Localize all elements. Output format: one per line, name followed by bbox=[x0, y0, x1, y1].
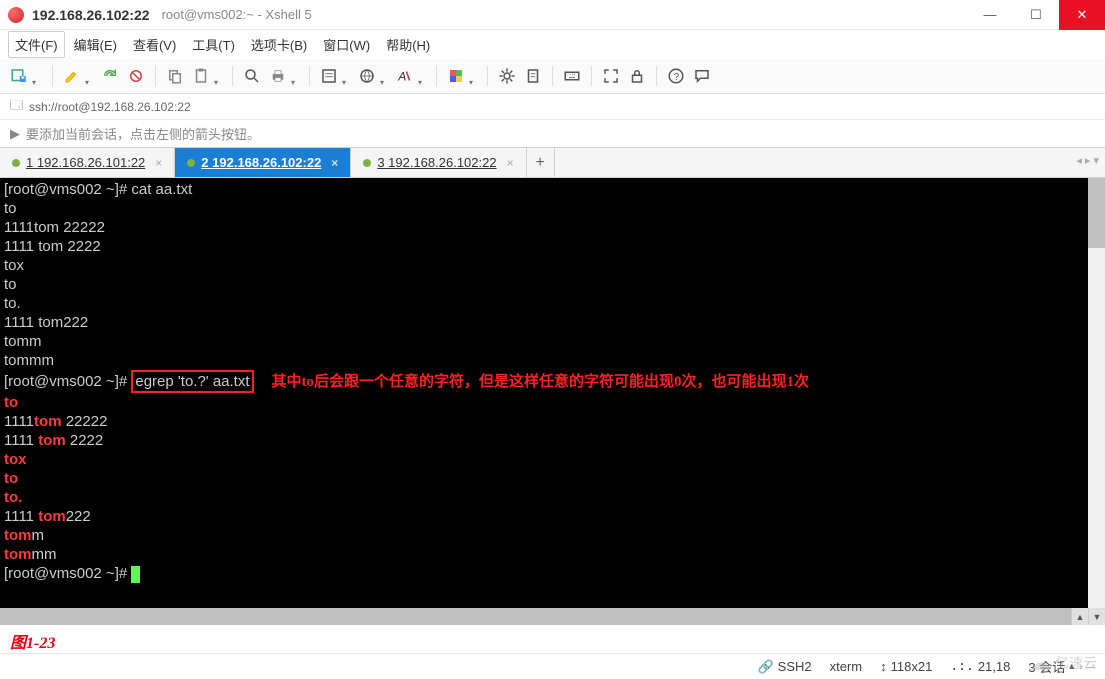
paste-icon[interactable] bbox=[190, 65, 212, 87]
tab-label: 1 192.168.26.101:22 bbox=[26, 155, 145, 170]
tab-session-3[interactable]: 3 192.168.26.102:22 × bbox=[351, 148, 526, 177]
status-dot-icon bbox=[363, 159, 371, 167]
link-icon: 🔗 bbox=[757, 659, 773, 675]
window-title-sub: root@vms002:~ - Xshell 5 bbox=[162, 7, 312, 22]
window-controls: — ☐ ✕ bbox=[967, 0, 1105, 30]
menu-help[interactable]: 帮助(H) bbox=[379, 31, 437, 58]
terminal[interactable]: [root@vms002 ~]# cat aa.txtto1111tom 222… bbox=[0, 178, 1105, 608]
chat-icon[interactable] bbox=[691, 65, 713, 87]
tab-session-2[interactable]: 2 192.168.26.102:22 × bbox=[175, 148, 351, 177]
menu-view[interactable]: 查看(V) bbox=[126, 31, 183, 58]
gear-icon[interactable] bbox=[496, 65, 518, 87]
status-protocol: 🔗SSH2 bbox=[757, 659, 811, 675]
figure-label: 图1-23 bbox=[0, 625, 1105, 653]
status-size: ↕ 118x21 bbox=[880, 659, 932, 674]
maximize-button[interactable]: ☐ bbox=[1013, 0, 1059, 30]
tab-close-icon[interactable]: × bbox=[507, 156, 514, 170]
new-session-icon[interactable] bbox=[8, 65, 30, 87]
copy-icon[interactable] bbox=[164, 65, 186, 87]
menu-tools[interactable]: 工具(T) bbox=[185, 31, 242, 58]
tab-close-icon[interactable]: × bbox=[155, 156, 162, 170]
scroll-up-icon[interactable]: ▲ bbox=[1071, 608, 1088, 625]
globe-icon[interactable] bbox=[356, 65, 378, 87]
svg-text:?: ? bbox=[674, 71, 680, 82]
status-cursor-pos: .:. 21,18 bbox=[950, 659, 1010, 674]
tab-close-icon[interactable]: × bbox=[331, 156, 338, 170]
search-icon[interactable] bbox=[241, 65, 263, 87]
keyboard-icon[interactable] bbox=[561, 65, 583, 87]
menu-file[interactable]: 文件(F) bbox=[8, 31, 65, 58]
script-icon[interactable] bbox=[522, 65, 544, 87]
tab-add-button[interactable]: + bbox=[527, 148, 555, 177]
reconnect-icon[interactable] bbox=[99, 65, 121, 87]
close-button[interactable]: ✕ bbox=[1059, 0, 1105, 30]
tab-label: 2 192.168.26.102:22 bbox=[201, 155, 321, 170]
title-bar: 192.168.26.102:22 root@vms002:~ - Xshell… bbox=[0, 0, 1105, 30]
scrollbar-horizontal[interactable]: ▲ ▼ bbox=[0, 608, 1105, 625]
font-icon[interactable]: A bbox=[394, 65, 416, 87]
status-dot-icon bbox=[12, 159, 20, 167]
minimize-button[interactable]: — bbox=[967, 0, 1013, 30]
menu-bar: 文件(F) 编辑(E) 查看(V) 工具(T) 选项卡(B) 窗口(W) 帮助(… bbox=[0, 30, 1105, 58]
window-title-main: 192.168.26.102:22 bbox=[32, 7, 150, 23]
session-hint-bar: ▶ 要添加当前会话，点击左侧的箭头按钮。 bbox=[0, 120, 1105, 148]
lock-icon[interactable] bbox=[626, 65, 648, 87]
help-icon[interactable]: ? bbox=[665, 65, 687, 87]
app-icon bbox=[8, 7, 24, 23]
status-dot-icon bbox=[187, 159, 195, 167]
menu-edit[interactable]: 编辑(E) bbox=[67, 31, 124, 58]
fullscreen-icon[interactable] bbox=[600, 65, 622, 87]
scroll-down-icon[interactable]: ▼ bbox=[1088, 608, 1105, 625]
session-tabs: 1 192.168.26.101:22 × 2 192.168.26.102:2… bbox=[0, 148, 1105, 178]
menu-tabs[interactable]: 选项卡(B) bbox=[244, 31, 314, 58]
protocol-icon: 🗔 bbox=[10, 96, 23, 117]
tab-label: 3 192.168.26.102:22 bbox=[377, 155, 496, 170]
edit-icon[interactable] bbox=[61, 65, 83, 87]
scrollbar-thumb[interactable] bbox=[1088, 178, 1105, 248]
status-term: xterm bbox=[830, 659, 863, 674]
color-scheme-icon[interactable] bbox=[445, 65, 467, 87]
disconnect-icon[interactable] bbox=[125, 65, 147, 87]
add-session-arrow-icon[interactable]: ▶ bbox=[10, 126, 20, 142]
watermark: ☁ 亿速云 bbox=[1029, 650, 1097, 676]
address-bar: 🗔 ssh://root@192.168.26.102:22 bbox=[0, 94, 1105, 120]
print-icon[interactable] bbox=[267, 65, 289, 87]
scrollbar-vertical[interactable] bbox=[1088, 178, 1105, 608]
address-text[interactable]: ssh://root@192.168.26.102:22 bbox=[29, 100, 191, 114]
hint-text: 要添加当前会话，点击左侧的箭头按钮。 bbox=[26, 124, 260, 143]
properties-icon[interactable] bbox=[318, 65, 340, 87]
toolbar: A ? bbox=[0, 58, 1105, 94]
menu-window[interactable]: 窗口(W) bbox=[316, 31, 377, 58]
tab-nav-arrows[interactable]: ◂ ▸ ▾ bbox=[1076, 154, 1099, 167]
tab-session-1[interactable]: 1 192.168.26.101:22 × bbox=[0, 148, 175, 177]
watermark-text: 亿速云 bbox=[1055, 653, 1097, 673]
status-bar: 🔗SSH2 xterm ↕ 118x21 .:. 21,18 3 会话 ▴ + … bbox=[0, 653, 1105, 679]
svg-text:A: A bbox=[397, 69, 406, 83]
cloud-icon: ☁ bbox=[1029, 650, 1051, 676]
